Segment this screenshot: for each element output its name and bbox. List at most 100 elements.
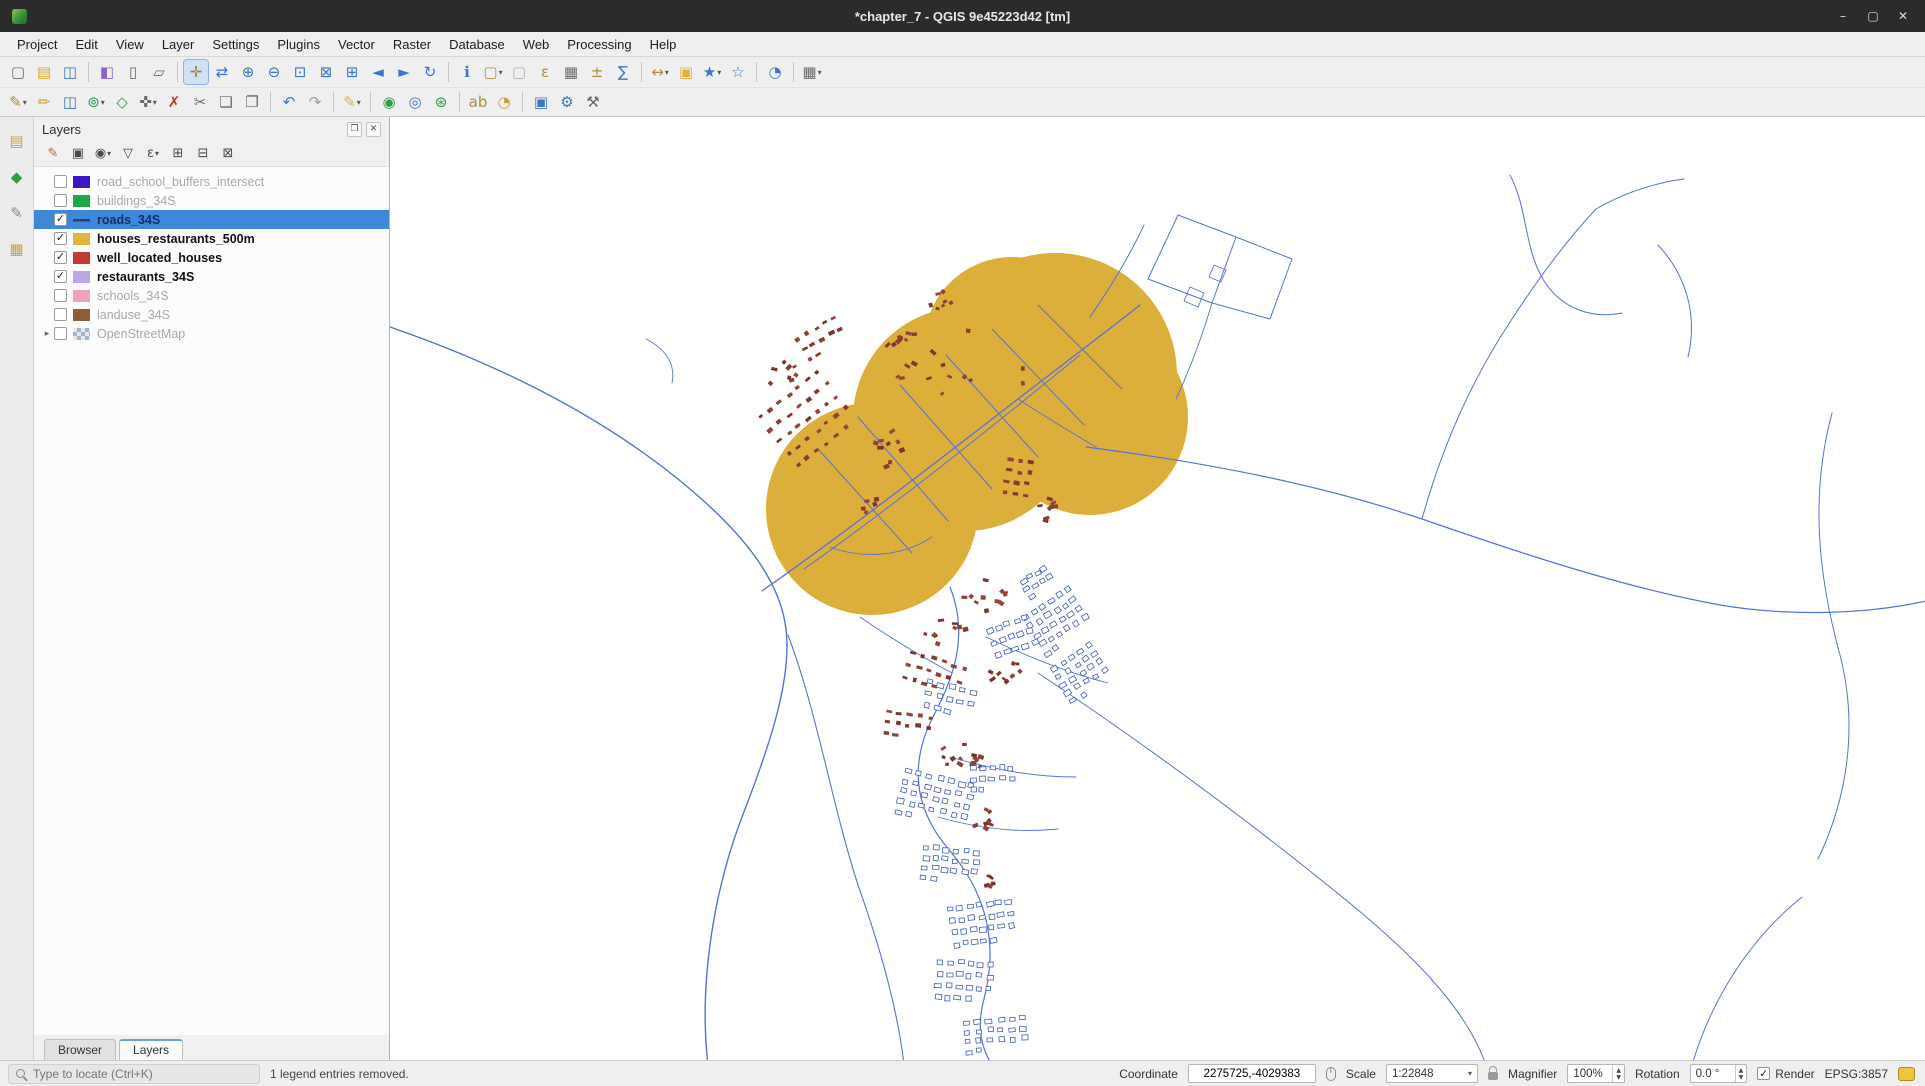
remove-layer-icon[interactable]: ⊠ [217,144,239,164]
field-calculator-icon[interactable]: ± [585,60,609,84]
select-by-expression-icon[interactable]: ε [533,60,557,84]
menu-raster[interactable]: Raster [384,34,440,55]
magnifier-spinbox[interactable]: 100% ▲▼ [1567,1064,1625,1083]
mouse-position-toggle-icon[interactable] [1326,1067,1336,1081]
dropdown-caret-icon[interactable]: ▾ [23,98,27,107]
new-project-icon[interactable]: ▢ [6,60,30,84]
map-canvas[interactable] [390,117,1925,1060]
dropdown-caret-icon[interactable]: ▾ [818,68,822,77]
map-svg[interactable] [390,117,1925,1060]
plugin-tools-icon[interactable]: ⚒ [581,90,605,114]
web-service-globe-icon[interactable]: ◎ [403,90,427,114]
close-button[interactable]: ✕ [1889,4,1917,28]
pan-map-icon[interactable]: ✛ [184,60,208,84]
select-features-icon[interactable]: ▢▾ [481,60,505,84]
new-bookmark-icon[interactable]: ★▾ [700,60,724,84]
messages-icon[interactable] [1898,1067,1915,1081]
spin-down-icon[interactable]: ▼ [1736,1074,1747,1081]
style-manager-icon[interactable]: ◧ [95,60,119,84]
layer-item-schools_34S[interactable]: schools_34S [34,286,389,305]
open-layer-styling-icon[interactable]: ✎ [42,144,64,164]
toggle-editing-icon[interactable]: ✏ [32,90,56,114]
layout-manager-icon[interactable]: ▱ [147,60,171,84]
cut-features-icon[interactable]: ✂ [188,90,212,114]
tab-browser[interactable]: Browser [44,1039,116,1060]
expand-all-icon[interactable]: ⊞ [167,144,189,164]
dropdown-caret-icon[interactable]: ▾ [155,149,159,158]
undo-icon[interactable]: ↶ [277,90,301,114]
layer-visibility-checkbox[interactable]: ✓ [54,251,67,264]
zoom-full-icon[interactable]: ⊡ [288,60,312,84]
maximize-button[interactable]: ▢ [1859,4,1887,28]
locate-box[interactable] [8,1064,260,1084]
manage-map-themes-icon[interactable]: ◉▾ [92,144,114,164]
open-project-icon[interactable]: ▤ [32,60,56,84]
menu-database[interactable]: Database [440,34,514,55]
menu-plugins[interactable]: Plugins [268,34,329,55]
menu-layer[interactable]: Layer [153,34,204,55]
crs-label[interactable]: EPSG:3857 [1825,1067,1888,1081]
render-checkbox[interactable]: ✓ Render [1757,1067,1814,1081]
layer-item-OpenStreetMap[interactable]: ▸OpenStreetMap [34,324,389,343]
add-feature-icon[interactable]: ◇ [110,90,134,114]
zoom-next-icon[interactable]: ► [392,60,416,84]
menu-edit[interactable]: Edit [66,34,106,55]
open-attribute-table-icon[interactable]: ▦ [559,60,583,84]
labeling-icon[interactable]: ab [466,90,490,114]
collapse-all-icon[interactable]: ⊟ [192,144,214,164]
annotation-icon[interactable]: ✎▾ [340,90,364,114]
layer-item-buildings_34S[interactable]: buildings_34S [34,191,389,210]
layer-visibility-checkbox[interactable]: ✓ [54,213,67,226]
spin-up-icon[interactable]: ▲ [1736,1067,1747,1074]
save-project-icon[interactable]: ◫ [58,60,82,84]
dropdown-caret-icon[interactable]: ▾ [717,68,721,77]
zoom-to-selection-icon[interactable]: ⊠ [314,60,338,84]
filter-legend-icon[interactable]: ▽ [117,144,139,164]
layer-visibility-checkbox[interactable] [54,194,67,207]
menu-project[interactable]: Project [8,34,66,55]
new-print-layout-icon[interactable]: ▯ [121,60,145,84]
style-dock-icon[interactable]: ▤ [5,129,29,153]
quickmap-globe-icon[interactable]: ⊛ [429,90,453,114]
digitize-icon[interactable]: ⊚▾ [84,90,108,114]
pan-to-selection-icon[interactable]: ⇄ [210,60,234,84]
dropdown-caret-icon[interactable]: ▾ [153,98,157,107]
render-checkbox-box[interactable]: ✓ [1757,1067,1770,1080]
copy-features-icon[interactable]: ❏ [214,90,238,114]
layer-visibility-checkbox[interactable] [54,289,67,302]
menu-processing[interactable]: Processing [558,34,640,55]
map-tips-icon[interactable]: ▣ [674,60,698,84]
layer-visibility-checkbox[interactable]: ✓ [54,232,67,245]
rotation-spinbox[interactable]: 0.0 ° ▲▼ [1690,1064,1748,1083]
dropdown-caret-icon[interactable]: ▾ [107,149,111,158]
menu-settings[interactable]: Settings [203,34,268,55]
osm-tools-icon[interactable]: ▣ [529,90,553,114]
locate-input[interactable] [31,1066,252,1082]
layer-item-restaurants_34S[interactable]: ✓restaurants_34S [34,267,389,286]
new-map-view-icon[interactable]: ▦▾ [800,60,824,84]
spin-up-icon[interactable]: ▲ [1613,1067,1624,1074]
panel-close-icon[interactable]: ✕ [366,122,381,137]
redo-icon[interactable]: ↷ [303,90,327,114]
metasearch-globe-icon[interactable]: ◉ [377,90,401,114]
measure-icon[interactable]: ↔▾ [648,60,672,84]
layer-visibility-checkbox[interactable] [54,327,67,340]
show-bookmarks-icon[interactable]: ☆ [726,60,750,84]
layer-visibility-checkbox[interactable]: ✓ [54,270,67,283]
dropdown-caret-icon[interactable]: ▾ [357,98,361,107]
layer-item-road_school_buffers_intersect[interactable]: road_school_buffers_intersect [34,172,389,191]
zoom-last-icon[interactable]: ◄ [366,60,390,84]
menu-vector[interactable]: Vector [329,34,384,55]
spinner-arrows[interactable]: ▲▼ [1612,1065,1624,1082]
paste-features-icon[interactable]: ❐ [240,90,264,114]
menu-web[interactable]: Web [514,34,559,55]
vertex-tool-icon[interactable]: ✜▾ [136,90,160,114]
dropdown-caret-icon[interactable]: ▾ [101,98,105,107]
identify-features-icon[interactable]: ℹ [455,60,479,84]
layer-item-roads_34S[interactable]: ✓roads_34S [34,210,389,229]
processing-toolbox-icon[interactable]: ⚙ [555,90,579,114]
zoom-in-icon[interactable]: ⊕ [236,60,260,84]
minimize-button[interactable]: – [1829,4,1857,28]
diagram-icon[interactable]: ◔ [492,90,516,114]
coordinate-input[interactable] [1188,1064,1316,1083]
